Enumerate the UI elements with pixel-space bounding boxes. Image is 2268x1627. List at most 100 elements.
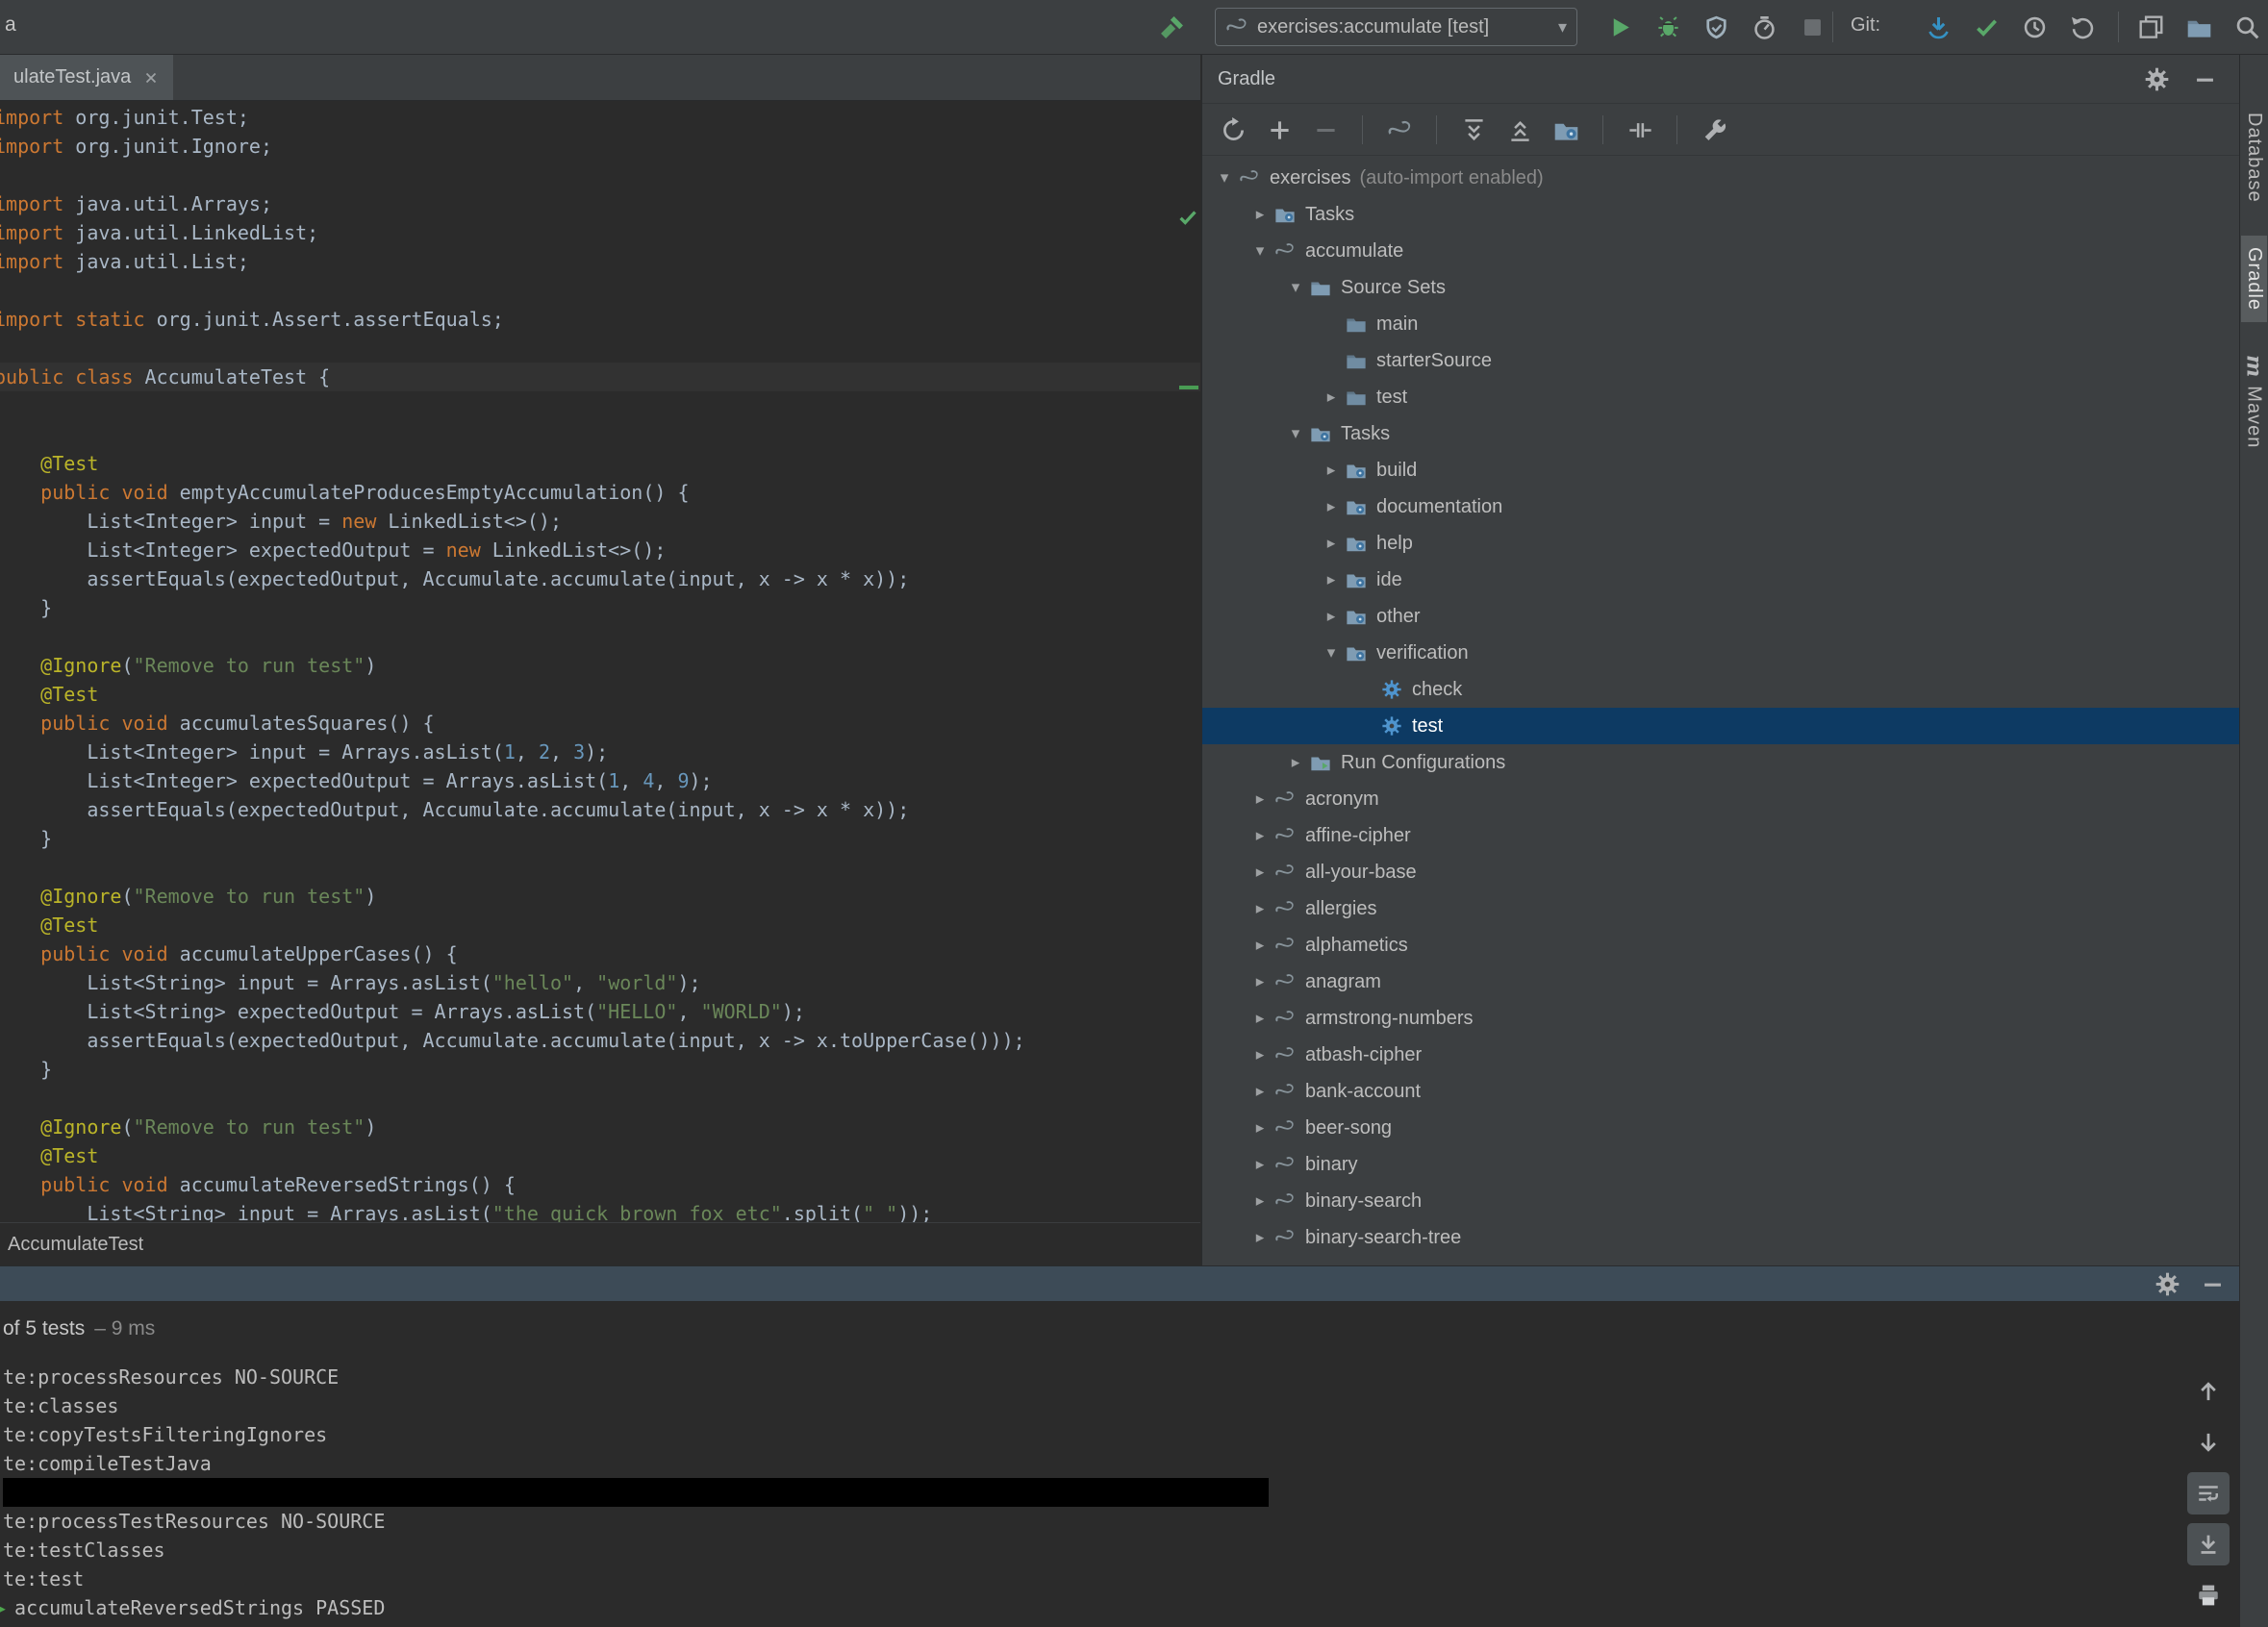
gradle-tree-item-acronym[interactable]: ▸acronym bbox=[1202, 781, 2239, 817]
chevron-collapsed-icon[interactable]: ▸ bbox=[1317, 461, 1346, 480]
chevron-expanded-icon[interactable]: ▾ bbox=[1210, 168, 1239, 188]
chevron-collapsed-icon[interactable]: ▸ bbox=[1317, 570, 1346, 589]
breadcrumb[interactable]: AccumulateTest bbox=[0, 1222, 1200, 1265]
gradle-tree-item-other[interactable]: ▸other bbox=[1202, 598, 2239, 635]
gradle-tree-item-tasks[interactable]: ▾Tasks bbox=[1202, 415, 2239, 452]
gradle-tree-item-accumulate[interactable]: ▾accumulate bbox=[1202, 233, 2239, 269]
console-line[interactable]: te:copyTestsFilteringIgnores bbox=[0, 1420, 2183, 1449]
chevron-expanded-icon[interactable]: ▾ bbox=[1246, 241, 1274, 261]
chevron-collapsed-icon[interactable]: ▸ bbox=[1246, 826, 1274, 845]
tab-accumulatetest-java[interactable]: ulateTest.java bbox=[0, 55, 173, 100]
scroll-end-icon[interactable] bbox=[2187, 1523, 2230, 1565]
chevron-collapsed-icon[interactable]: ▸ bbox=[1246, 1191, 1274, 1211]
code-line[interactable]: import java.util.LinkedList; bbox=[0, 218, 1200, 247]
gradle-tree-item-main[interactable]: main bbox=[1202, 306, 2239, 342]
code-line[interactable]: @Test bbox=[0, 911, 1200, 939]
console-line[interactable]: te:processResources NO-SOURCE bbox=[0, 1363, 2183, 1391]
remove-icon[interactable] bbox=[1310, 114, 1341, 145]
chevron-collapsed-icon[interactable]: ▸ bbox=[1246, 1082, 1274, 1101]
console-test-passed-line[interactable]: ▸accumulateReversedStrings PASSED bbox=[0, 1593, 2183, 1622]
up-icon[interactable] bbox=[2187, 1370, 2230, 1413]
expand-all-icon[interactable] bbox=[1458, 114, 1489, 145]
gradle-tree-item-binary-search[interactable]: ▸binary-search bbox=[1202, 1183, 2239, 1219]
code-line[interactable]: @Test bbox=[0, 449, 1200, 478]
tool-tab-maven[interactable]: mMaven bbox=[2240, 343, 2268, 460]
gradle-tree-item-bank-account[interactable]: ▸bank-account bbox=[1202, 1073, 2239, 1110]
gradle-tree-item-help[interactable]: ▸help bbox=[1202, 525, 2239, 562]
chevron-expanded-icon[interactable]: ▾ bbox=[1281, 424, 1310, 443]
console-line[interactable]: te:classes bbox=[0, 1391, 2183, 1420]
code-line[interactable]: @Ignore("Remove to run test") bbox=[0, 651, 1200, 680]
chevron-collapsed-icon[interactable]: ▸ bbox=[1246, 789, 1274, 809]
gradle-tree-item-all-your-base[interactable]: ▸all-your-base bbox=[1202, 854, 2239, 890]
code-line[interactable]: List<String> input = Arrays.asList("hell… bbox=[0, 968, 1200, 997]
soft-wrap-icon[interactable] bbox=[2187, 1472, 2230, 1514]
run-icon[interactable] bbox=[1603, 11, 1637, 44]
chevron-collapsed-icon[interactable]: ▸ bbox=[1317, 534, 1346, 553]
gradle-tree-item-allergies[interactable]: ▸allergies bbox=[1202, 890, 2239, 927]
gradle-tree-item-exercises[interactable]: ▾exercises(auto-import enabled) bbox=[1202, 160, 2239, 196]
chevron-collapsed-icon[interactable]: ▸ bbox=[1246, 936, 1274, 955]
tool-tab-gradle[interactable]: Gradle bbox=[2241, 236, 2267, 322]
code-editor[interactable]: import org.junit.Test;import org.junit.I… bbox=[0, 101, 1200, 1222]
code-line[interactable]: assertEquals(expectedOutput, Accumulate.… bbox=[0, 564, 1200, 593]
gradle-tree-item-check[interactable]: check bbox=[1202, 671, 2239, 708]
code-line[interactable]: import java.util.List; bbox=[0, 247, 1200, 276]
flat-view-icon[interactable] bbox=[1625, 114, 1655, 145]
gear-icon[interactable] bbox=[2140, 63, 2174, 96]
run-configuration-select[interactable]: exercises:accumulate [test] ▾ bbox=[1215, 8, 1577, 46]
code-line[interactable]: List<String> expectedOutput = Arrays.asL… bbox=[0, 997, 1200, 1026]
chevron-collapsed-icon[interactable]: ▸ bbox=[1246, 1118, 1274, 1138]
code-line[interactable] bbox=[0, 1084, 1200, 1113]
code-line[interactable]: import java.util.Arrays; bbox=[0, 189, 1200, 218]
gradle-tree-item-verification[interactable]: ▾verification bbox=[1202, 635, 2239, 671]
chevron-expanded-icon[interactable]: ▾ bbox=[1317, 643, 1346, 663]
code-line[interactable]: public void accumulateReversedStrings() … bbox=[0, 1170, 1200, 1199]
stop-icon[interactable] bbox=[1796, 11, 1829, 44]
chevron-collapsed-icon[interactable]: ▸ bbox=[1317, 497, 1346, 516]
code-line[interactable]: } bbox=[0, 1055, 1200, 1084]
rollback-icon[interactable] bbox=[2066, 11, 2100, 44]
chevron-collapsed-icon[interactable]: ▸ bbox=[1246, 1155, 1274, 1174]
code-line[interactable]: } bbox=[0, 824, 1200, 853]
console-line[interactable]: te:test bbox=[0, 1564, 2183, 1593]
gradle-tree-item-documentation[interactable]: ▸documentation bbox=[1202, 488, 2239, 525]
coverage-icon[interactable] bbox=[1700, 11, 1733, 44]
code-line[interactable] bbox=[0, 276, 1200, 305]
gradle-tree-item-anagram[interactable]: ▸anagram bbox=[1202, 964, 2239, 1000]
gradle-tree-item-alphametics[interactable]: ▸alphametics bbox=[1202, 927, 2239, 964]
chevron-collapsed-icon[interactable]: ▸ bbox=[1246, 899, 1274, 918]
group-tasks-icon[interactable] bbox=[1550, 114, 1581, 145]
code-line[interactable]: @Test bbox=[0, 680, 1200, 709]
code-line[interactable]: public void accumulateUpperCases() { bbox=[0, 939, 1200, 968]
gradle-tree-item-binary[interactable]: ▸binary bbox=[1202, 1146, 2239, 1183]
close-icon[interactable] bbox=[142, 69, 160, 87]
console-line[interactable]: te:processTestResources NO-SOURCE bbox=[0, 1507, 2183, 1536]
gradle-tree-item-atbash-cipher[interactable]: ▸atbash-cipher bbox=[1202, 1037, 2239, 1073]
code-line[interactable]: @Ignore("Remove to run test") bbox=[0, 882, 1200, 911]
refresh-icon[interactable] bbox=[1218, 114, 1248, 145]
gradle-tree-item-test[interactable]: test bbox=[1202, 708, 2239, 744]
gradle-tree-item-binary-search-tree[interactable]: ▸binary-search-tree bbox=[1202, 1219, 2239, 1256]
code-line[interactable]: assertEquals(expectedOutput, Accumulate.… bbox=[0, 795, 1200, 824]
gradle-tree-item-run-configurations[interactable]: ▸Run Configurations bbox=[1202, 744, 2239, 781]
profiler-icon[interactable] bbox=[1748, 11, 1781, 44]
code-line[interactable]: import org.junit.Ignore; bbox=[0, 132, 1200, 161]
gradle-icon[interactable] bbox=[1384, 114, 1415, 145]
chevron-collapsed-icon[interactable]: ▸ bbox=[1246, 1045, 1274, 1064]
debug-icon[interactable] bbox=[1651, 11, 1685, 44]
code-line[interactable] bbox=[0, 161, 1200, 189]
minimize-icon[interactable] bbox=[2188, 63, 2222, 96]
code-line[interactable]: assertEquals(expectedOutput, Accumulate.… bbox=[0, 1026, 1200, 1055]
code-line[interactable]: public void accumulatesSquares() { bbox=[0, 709, 1200, 738]
code-line[interactable]: List<Integer> input = new LinkedList<>()… bbox=[0, 507, 1200, 536]
console-line[interactable]: te:compileTestJava bbox=[0, 1449, 2183, 1478]
code-line[interactable]: public void emptyAccumulateProducesEmpty… bbox=[0, 478, 1200, 507]
gradle-tree-item-source-sets[interactable]: ▾Source Sets bbox=[1202, 269, 2239, 306]
gradle-tree-item-test[interactable]: ▸test bbox=[1202, 379, 2239, 415]
collapse-all-icon[interactable] bbox=[1504, 114, 1535, 145]
print-icon[interactable] bbox=[2187, 1574, 2230, 1616]
gradle-tree-item-startersource[interactable]: starterSource bbox=[1202, 342, 2239, 379]
breadcrumb-class[interactable]: AccumulateTest bbox=[8, 1234, 143, 1256]
code-line[interactable] bbox=[0, 420, 1200, 449]
